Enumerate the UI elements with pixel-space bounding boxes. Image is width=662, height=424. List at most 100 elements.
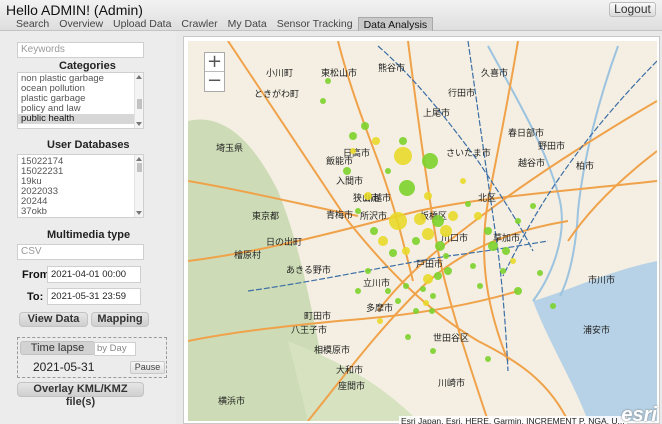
map-marker[interactable] — [325, 78, 331, 84]
map-marker[interactable] — [474, 212, 482, 220]
map-marker[interactable] — [510, 258, 516, 264]
tab-overview[interactable]: Overview — [54, 17, 108, 31]
map-place-label: 多摩市 — [366, 302, 393, 314]
map-marker[interactable] — [377, 318, 383, 324]
map-marker[interactable] — [440, 225, 452, 237]
map-place-label: 東松山市 — [321, 67, 357, 79]
from-datetime-input[interactable]: 2021-04-01 00:00 — [47, 266, 141, 283]
map-marker[interactable] — [385, 288, 391, 294]
tab-data-analysis[interactable]: Data Analysis — [357, 17, 434, 31]
map-marker[interactable] — [477, 283, 483, 289]
map-marker[interactable] — [514, 287, 522, 295]
categories-scrollbar[interactable] — [134, 73, 143, 128]
scroll-thumb[interactable] — [137, 99, 142, 109]
greeting: Hello ADMIN! (Admin) — [6, 2, 143, 18]
map-marker[interactable] — [423, 300, 429, 306]
map-marker[interactable] — [378, 236, 388, 246]
pause-button[interactable]: Pause — [130, 361, 165, 374]
map-marker[interactable] — [422, 153, 438, 169]
map-marker[interactable] — [460, 178, 466, 184]
user-databases-list[interactable]: 15022174 15022231 19ku 2022033 20244 37o… — [17, 154, 144, 218]
overlay-kml-button[interactable]: Overlay KML/KMZ file(s) — [17, 382, 144, 408]
map-marker[interactable] — [484, 227, 492, 235]
map-marker[interactable] — [370, 227, 378, 235]
map-marker[interactable] — [470, 263, 476, 269]
map-marker[interactable] — [405, 334, 411, 340]
map-marker[interactable] — [429, 308, 435, 314]
map-marker[interactable] — [448, 211, 458, 221]
map-place-label: 春日部市 — [508, 127, 544, 139]
map-marker[interactable] — [444, 267, 452, 275]
map-marker[interactable] — [394, 147, 412, 165]
scroll-up-icon[interactable] — [136, 157, 142, 161]
map-marker[interactable] — [403, 283, 409, 289]
map-marker[interactable] — [430, 293, 436, 299]
map-marker[interactable] — [430, 348, 436, 354]
map-marker[interactable] — [349, 132, 357, 140]
databases-scrollbar[interactable] — [134, 155, 143, 217]
keywords-input[interactable]: Keywords — [17, 42, 144, 58]
scroll-up-icon[interactable] — [136, 75, 142, 79]
view-data-button[interactable]: View Data — [19, 312, 88, 327]
map-marker[interactable] — [395, 298, 401, 304]
map-place-label: 座間市 — [338, 380, 365, 392]
map-marker[interactable] — [365, 268, 371, 274]
map-marker[interactable] — [424, 192, 432, 200]
scroll-down-icon[interactable] — [136, 122, 142, 126]
to-datetime-input[interactable]: 2021-05-31 23:59 — [47, 288, 141, 305]
map-marker[interactable] — [399, 137, 407, 145]
map-marker[interactable] — [465, 201, 471, 207]
map-marker[interactable] — [515, 218, 521, 224]
map-marker[interactable] — [350, 148, 356, 154]
map-marker[interactable] — [443, 253, 449, 259]
map-marker[interactable] — [488, 241, 498, 251]
map-marker[interactable] — [372, 137, 380, 145]
map-marker[interactable] — [423, 274, 433, 284]
time-lapse-unit-select[interactable]: by Day — [94, 342, 136, 356]
map-marker[interactable] — [434, 272, 442, 280]
map-marker[interactable] — [537, 270, 543, 276]
categories-list[interactable]: non plastic garbage ocean pollution plas… — [17, 72, 144, 129]
list-item-selected[interactable]: public health — [18, 114, 143, 124]
map-marker[interactable] — [502, 247, 510, 255]
map-marker[interactable] — [385, 168, 391, 174]
map-marker[interactable] — [402, 247, 410, 255]
map-marker[interactable] — [422, 228, 434, 240]
scroll-down-icon[interactable] — [136, 211, 142, 215]
map-place-label: 越谷市 — [518, 157, 545, 169]
map-place-label: 埼玉県 — [216, 142, 243, 154]
map-marker[interactable] — [355, 288, 361, 294]
tab-search[interactable]: Search — [11, 17, 54, 31]
scroll-thumb[interactable] — [137, 163, 142, 172]
map-marker[interactable] — [412, 237, 420, 245]
map-marker[interactable] — [361, 122, 369, 130]
map-marker[interactable] — [500, 268, 506, 274]
map-marker[interactable] — [530, 203, 536, 209]
map-place-label: 戸田市 — [416, 258, 443, 270]
map-marker[interactable] — [389, 249, 397, 257]
zoom-out-button[interactable]: − — [205, 72, 224, 91]
tab-my-data[interactable]: My Data — [223, 17, 272, 31]
map-marker[interactable] — [320, 98, 326, 104]
map-marker[interactable] — [343, 167, 351, 175]
map-marker[interactable] — [364, 192, 372, 200]
map-marker[interactable] — [389, 212, 407, 230]
map-marker[interactable] — [414, 213, 426, 225]
logout-button[interactable]: Logout — [609, 2, 656, 17]
map-marker[interactable] — [355, 208, 361, 214]
list-item[interactable]: 37okb — [18, 207, 143, 217]
tab-sensor-tracking[interactable]: Sensor Tracking — [272, 17, 358, 31]
map-canvas[interactable]: 埼玉県東京都川越市所沢市八王子市立川市青梅市日の出町檜原村相模原市座間市大和市横… — [188, 41, 657, 421]
tab-crawler[interactable]: Crawler — [176, 17, 222, 31]
tab-upload-data[interactable]: Upload Data — [108, 17, 176, 31]
map-marker[interactable] — [550, 303, 556, 309]
map-marker[interactable] — [485, 356, 491, 362]
time-lapse-button[interactable]: Time lapse — [20, 341, 95, 355]
map-marker[interactable] — [420, 286, 426, 292]
map-marker[interactable] — [413, 308, 419, 314]
multimedia-type-select[interactable]: CSV — [17, 244, 144, 260]
map-marker[interactable] — [399, 180, 415, 196]
map-marker[interactable] — [435, 241, 445, 251]
map-marker[interactable] — [432, 215, 444, 227]
mapping-button[interactable]: Mapping — [91, 312, 149, 327]
